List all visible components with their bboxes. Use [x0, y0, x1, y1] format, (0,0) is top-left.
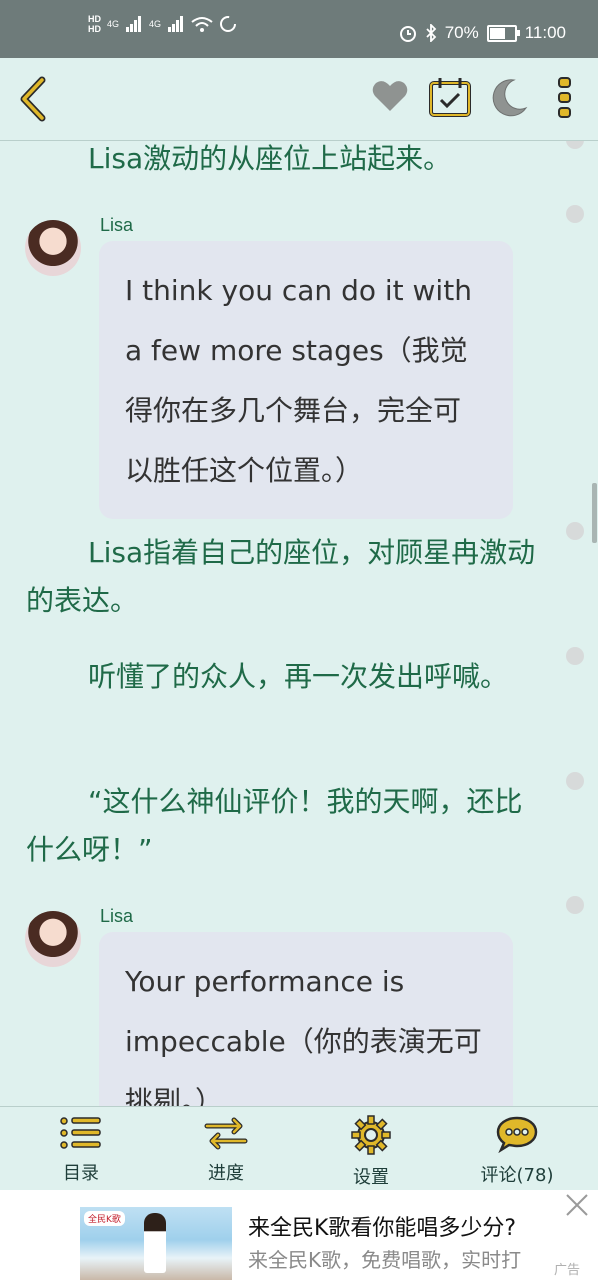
comment-dot[interactable]: [566, 896, 584, 914]
ad-figure: [144, 1213, 166, 1273]
avatar[interactable]: [25, 220, 81, 276]
back-chevron-icon[interactable]: [14, 76, 54, 122]
moon-icon[interactable]: [486, 76, 530, 120]
calendar-check-icon[interactable]: [428, 76, 472, 118]
network-type-label: 4G: [107, 19, 120, 29]
progress-arrows-icon: [204, 1117, 248, 1150]
nav-label: 目录: [63, 1163, 99, 1184]
wifi-icon: [191, 17, 213, 32]
chat-bubble: I think you can do it with a few more st…: [99, 241, 513, 519]
battery-percent: 70%: [444, 23, 479, 42]
close-icon[interactable]: [564, 1192, 590, 1218]
chat-bubble: Your performance is impeccable（你的表演无可挑剔。…: [99, 932, 513, 1106]
comment-dot[interactable]: [566, 141, 584, 149]
comment-dot[interactable]: [566, 522, 584, 540]
network-type-label-2: 4G: [149, 19, 162, 29]
bluetooth-icon: [426, 24, 436, 42]
status-right: 70% 11:00: [399, 23, 566, 43]
nav-comments[interactable]: 评论(78): [462, 1115, 572, 1187]
paragraph: “这什么神仙评价！我的天啊，还比什么呀！”: [26, 785, 523, 866]
comment-icon: [496, 1116, 538, 1154]
hd-indicator: HD HD: [88, 14, 101, 34]
ad-title[interactable]: 来全民K歌看你能唱多少分?: [248, 1210, 516, 1242]
alarm-icon: [399, 26, 416, 42]
battery-icon: [486, 24, 520, 42]
ad-banner[interactable]: 全民K歌 来全民K歌看你能唱多少分? 来全民K歌，免费唱歌，实时打 广告: [0, 1190, 598, 1280]
speaker-name: Lisa: [100, 906, 134, 926]
avatar[interactable]: [25, 911, 81, 967]
nav-label: 评论(78): [480, 1165, 554, 1186]
ad-logo: 全民K歌: [84, 1211, 125, 1226]
clock: 11:00: [524, 23, 566, 42]
paragraph: Lisa指着自己的座位，对顾星冉激动的表达。: [26, 536, 536, 617]
paragraph: 听懂了的众人，再一次发出呼喊。: [88, 660, 509, 693]
sync-icon: [220, 16, 237, 32]
reader-toolbar: [0, 58, 598, 141]
comment-dot[interactable]: [566, 647, 584, 665]
scrollbar[interactable]: [592, 483, 597, 543]
ad-image[interactable]: 全民K歌: [80, 1207, 232, 1280]
chapter-content: Lisa激动的从座位上站起来。 Lisa I think you can do …: [0, 141, 598, 1106]
status-left: HD HD 4G 4G: [88, 14, 237, 34]
bottom-nav: 目录 进度 设置 评论(78): [0, 1106, 598, 1191]
ad-subtitle[interactable]: 来全民K歌，免费唱歌，实时打: [248, 1244, 548, 1273]
heart-icon[interactable]: [370, 76, 410, 116]
signal-icon: [126, 16, 142, 32]
speaker-name: Lisa: [100, 215, 134, 235]
nav-catalog[interactable]: 目录: [26, 1115, 136, 1185]
signal-icon-2: [168, 16, 184, 32]
comment-dot[interactable]: [566, 205, 584, 223]
list-icon: [60, 1117, 101, 1149]
status-bar: HD HD 4G 4G 70% 11:00: [0, 0, 598, 58]
comment-dot[interactable]: [566, 772, 584, 790]
more-vertical-icon[interactable]: [555, 76, 575, 120]
nav-label: 设置: [353, 1167, 389, 1188]
gear-icon: [351, 1115, 391, 1155]
nav-settings[interactable]: 设置: [316, 1115, 426, 1189]
nav-progress[interactable]: 进度: [171, 1115, 281, 1185]
ad-label: 广告: [553, 1263, 580, 1278]
paragraph: Lisa激动的从座位上站起来。: [88, 142, 452, 175]
nav-label: 进度: [208, 1163, 244, 1184]
